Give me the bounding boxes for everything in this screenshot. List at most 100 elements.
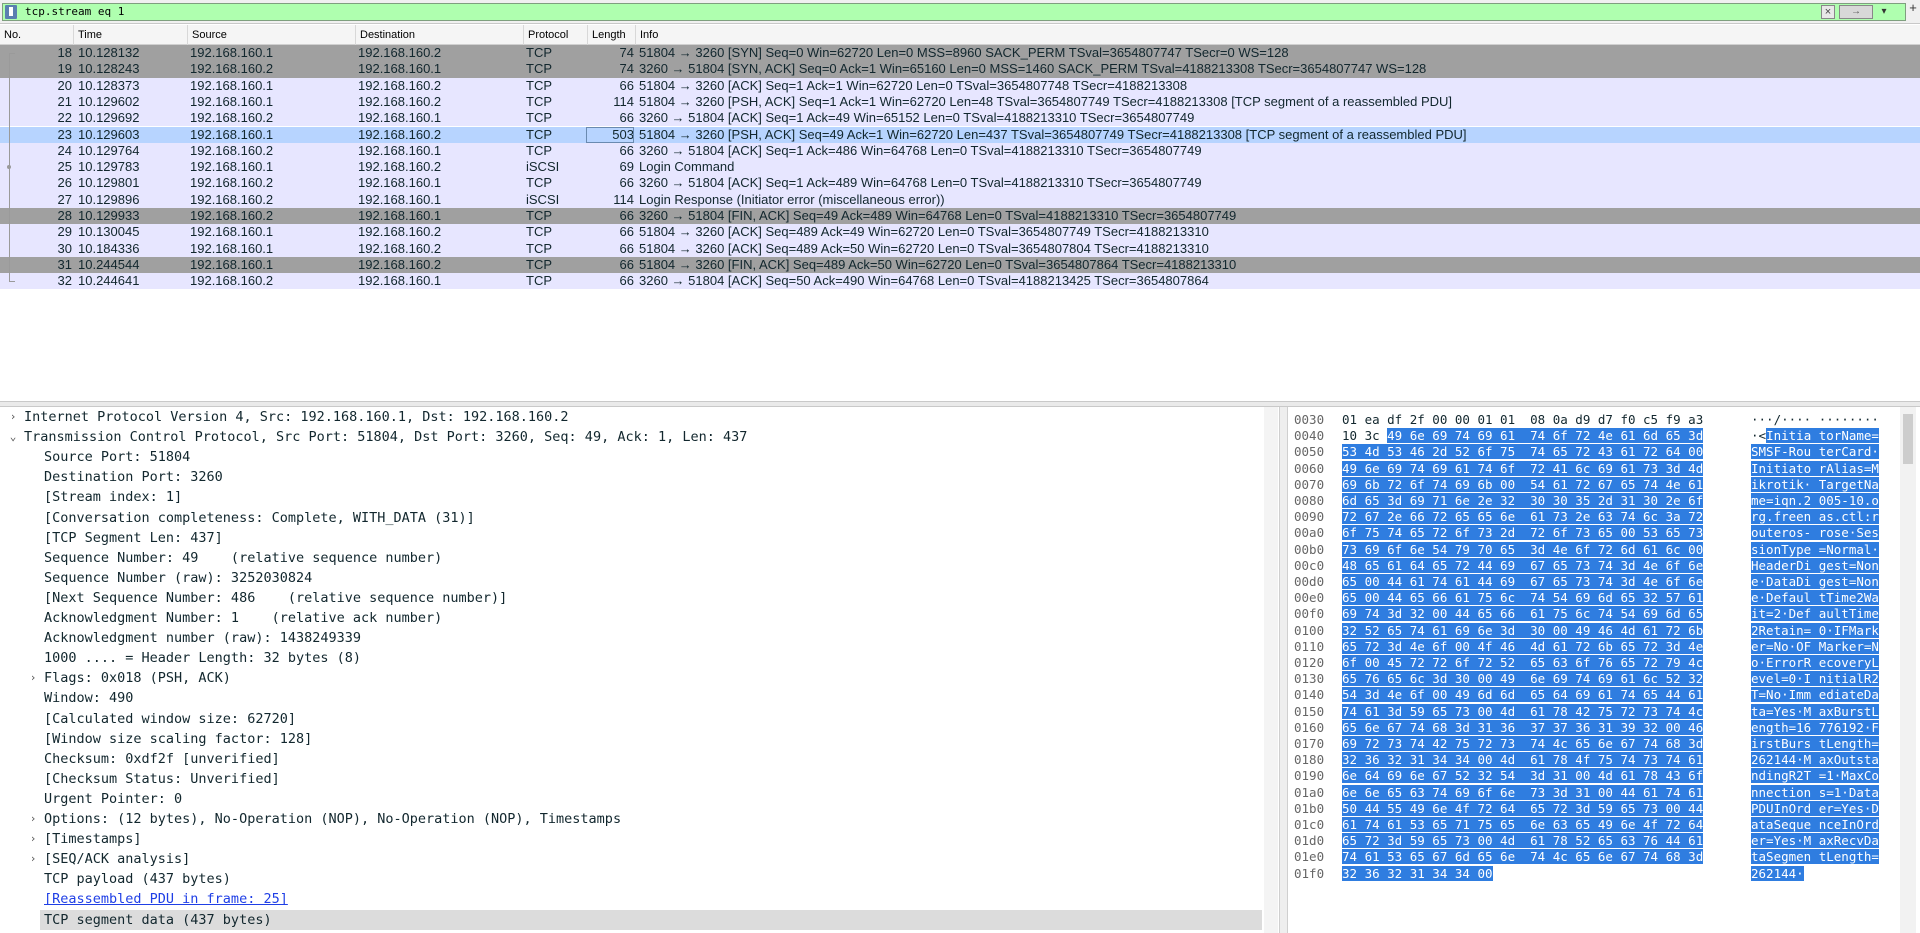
expand-chevron-icon[interactable]: › — [26, 668, 40, 688]
ascii-highlighted[interactable]: SMSF-Rou terCard· — [1751, 444, 1879, 460]
detail-row[interactable]: Window: 490 — [0, 688, 1262, 708]
column-header-source[interactable]: Source — [188, 25, 356, 45]
bytes-row[interactable]: 00f0 69 74 3d 32 00 44 65 66 61 75 6c 74 … — [1288, 606, 1920, 622]
detail-row[interactable]: Source Port: 51804 — [0, 447, 1262, 467]
apply-filter-button[interactable]: → — [1839, 5, 1873, 19]
bytes-row[interactable]: 0140 54 3d 4e 6f 00 49 6d 6d 65 64 69 61 … — [1288, 687, 1920, 703]
hex-highlighted[interactable]: 65 00 44 65 66 61 75 6c 74 54 69 6d 65 3… — [1342, 590, 1704, 606]
ascii-highlighted[interactable]: e·DataDi gest=Non — [1751, 574, 1879, 589]
ascii-dump[interactable]: e·Defaul tTime2Wa — [1751, 590, 1879, 606]
bookmark-icon[interactable] — [5, 5, 17, 19]
hex-highlighted[interactable]: 61 74 61 53 65 71 75 65 6e 63 65 49 6e 4… — [1342, 817, 1704, 832]
ascii-dump[interactable]: 262144·M axOutsta — [1751, 752, 1879, 768]
ascii-dump[interactable]: Initiato rAlias=M — [1751, 460, 1879, 477]
ascii-dump[interactable]: it=2·Def aultTime — [1751, 606, 1879, 622]
packet-row[interactable]: 30 10.184336 192.168.160.1 192.168.160.2 TCP… — [0, 240, 1920, 257]
detail-row[interactable]: [Calculated window size: 62720] — [0, 709, 1262, 729]
packet-row[interactable]: 18 10.128132 192.168.160.1 192.168.160.2 TCP… — [0, 45, 1920, 62]
ascii-highlighted[interactable]: sionType =Normal· — [1751, 541, 1879, 557]
collapse-chevron-icon[interactable]: ⌄ — [6, 427, 20, 447]
ascii-highlighted[interactable]: 262144·M axOutsta — [1751, 752, 1879, 768]
bytes-row[interactable]: 0160 65 6e 67 74 68 3d 31 36 37 37 36 31 … — [1288, 719, 1920, 736]
ascii-dump[interactable]: ·<Initia torName= — [1751, 428, 1879, 444]
bytes-row[interactable]: 0190 6e 64 69 6e 67 52 32 54 3d 31 00 4d … — [1288, 768, 1920, 784]
clear-filter-icon[interactable]: × — [1821, 5, 1835, 19]
chevron-down-icon[interactable]: ▾ — [1877, 5, 1891, 19]
ascii-highlighted[interactable]: ength=16 776192·F — [1751, 719, 1879, 735]
detail-row[interactable]: › Options: (12 bytes), No-Operation (NOP)… — [0, 809, 1262, 829]
bytes-row[interactable]: 0080 6d 65 3d 69 71 6e 2e 32 30 30 35 2d … — [1288, 493, 1920, 509]
detail-row[interactable]: Destination Port: 3260 — [0, 467, 1262, 487]
ascii-dump[interactable]: er=No·OF Marker=N — [1751, 638, 1879, 655]
hex-dump[interactable]: 54 3d 4e 6f 00 49 6d 6d 65 64 69 61 74 6… — [1342, 687, 1704, 703]
details-scrollbar[interactable] — [1264, 407, 1278, 933]
ascii-highlighted[interactable]: nnection s=1·Data — [1751, 784, 1879, 800]
hex-highlighted[interactable]: 65 72 3d 4e 6f 00 4f 46 4d 61 72 6b 65 7… — [1342, 638, 1704, 654]
detail-row[interactable]: Checksum: 0xdf2f [unverified] — [0, 749, 1262, 769]
detail-row[interactable]: [TCP Segment Len: 437] — [0, 528, 1262, 548]
bytes-row[interactable]: 01e0 74 61 53 65 67 6d 65 6e 74 4c 65 6e … — [1288, 849, 1920, 865]
detail-row[interactable]: › [Timestamps] — [0, 829, 1262, 849]
hex-highlighted[interactable]: 65 6e 67 74 68 3d 31 36 37 37 36 31 39 3… — [1342, 719, 1704, 735]
hex-dump[interactable]: 74 61 53 65 67 6d 65 6e 74 4c 65 6e 67 7… — [1342, 849, 1704, 865]
packet-row[interactable]: 29 10.130045 192.168.160.1 192.168.160.2 TCP… — [0, 224, 1920, 241]
hex-highlighted[interactable]: 72 67 2e 66 72 65 65 6e 61 73 2e 63 74 6… — [1342, 509, 1704, 525]
ascii-highlighted[interactable]: me=iqn.2 005-10.o — [1751, 493, 1879, 508]
bytes-row[interactable]: 00c0 48 65 61 64 65 72 44 69 67 65 73 74 … — [1288, 557, 1920, 574]
hex-highlighted[interactable]: 6e 64 69 6e 67 52 32 54 3d 31 00 4d 61 7… — [1342, 768, 1704, 784]
hex-dump[interactable]: 65 72 3d 59 65 73 00 4d 61 78 52 65 63 7… — [1342, 833, 1704, 849]
reassembled-pdu-link[interactable]: [Reassembled PDU in frame: 25] — [44, 889, 288, 909]
hex-highlighted[interactable]: 50 44 55 49 6e 4f 72 64 65 72 3d 59 65 7… — [1342, 800, 1704, 816]
hex-dump[interactable]: 65 6e 67 74 68 3d 31 36 37 37 36 31 39 3… — [1342, 719, 1704, 736]
bytes-row[interactable]: 01f0 32 36 32 31 34 34 00 262144· — [1288, 865, 1920, 882]
packet-row[interactable]: 22 10.129692 192.168.160.2 192.168.160.1 TCP… — [0, 110, 1920, 127]
packet-row[interactable]: 19 10.128243 192.168.160.2 192.168.160.1 TCP… — [0, 61, 1920, 78]
detail-row[interactable]: [Checksum Status: Unverified] — [0, 769, 1262, 789]
hex-dump[interactable]: 69 6b 72 6f 74 69 6b 00 54 61 72 67 65 7… — [1342, 476, 1704, 493]
hex-highlighted[interactable]: 32 52 65 74 61 69 6e 3d 30 00 49 46 4d 6… — [1342, 622, 1704, 638]
hex-dump[interactable]: 32 36 32 31 34 34 00 — [1342, 865, 1493, 882]
ascii-dump[interactable]: 2Retain= 0·IFMark — [1751, 622, 1879, 639]
ascii-dump[interactable]: nnection s=1·Data — [1751, 784, 1879, 801]
expand-chevron-icon[interactable]: › — [26, 809, 40, 829]
hex-dump[interactable]: 6e 6e 65 63 74 69 6f 6e 73 3d 31 00 44 6… — [1342, 784, 1704, 801]
bytes-row[interactable]: 01d0 65 72 3d 59 65 73 00 4d 61 78 52 65 … — [1288, 833, 1920, 849]
ascii-dump[interactable]: ndingR2T =1·MaxCo — [1751, 768, 1879, 784]
detail-row[interactable]: Acknowledgment number (raw): 1438249339 — [0, 628, 1262, 648]
detail-row[interactable]: › [SEQ/ACK analysis] — [0, 849, 1262, 869]
ascii-highlighted[interactable]: Initiato rAlias=M — [1751, 460, 1879, 476]
bytes-row[interactable]: 00b0 73 69 6f 6e 54 79 70 65 3d 4e 6f 72 … — [1288, 541, 1920, 558]
detail-row[interactable]: [Conversation completeness: Complete, WI… — [0, 508, 1262, 528]
details-bytes-splitter[interactable] — [1280, 407, 1288, 933]
hex-dump[interactable]: 73 69 6f 6e 54 79 70 65 3d 4e 6f 72 6d 6… — [1342, 541, 1704, 558]
display-filter-input[interactable]: tcp.stream eq 1 × → ▾ — [2, 3, 1906, 21]
ascii-highlighted[interactable]: it=2·Def aultTime — [1751, 606, 1879, 622]
bytes-row[interactable]: 01a0 6e 6e 65 63 74 69 6f 6e 73 3d 31 00 … — [1288, 784, 1920, 801]
hex-dump[interactable]: 65 76 65 6c 3d 30 00 49 6e 69 74 69 61 6… — [1342, 671, 1704, 687]
packet-row[interactable]: 23 10.129603 192.168.160.1 192.168.160.2 TCP… — [0, 126, 1920, 143]
detail-row[interactable]: [Window size scaling factor: 128] — [0, 729, 1262, 749]
hex-dump[interactable]: 74 61 3d 59 65 73 00 4d 61 78 42 75 72 7… — [1342, 703, 1704, 720]
expand-chevron-icon[interactable]: › — [6, 407, 20, 427]
bytes-row[interactable]: 0100 32 52 65 74 61 69 6e 3d 30 00 49 46 … — [1288, 622, 1920, 639]
column-header-protocol[interactable]: Protocol — [524, 25, 588, 45]
hex-dump[interactable]: 32 36 32 31 34 34 00 4d 61 78 4f 75 74 7… — [1342, 752, 1704, 768]
ascii-highlighted[interactable]: ikrotik· TargetNa — [1751, 476, 1879, 492]
detail-row[interactable]: [Reassembled PDU in frame: 25] — [0, 889, 1262, 909]
hex-highlighted[interactable]: 48 65 61 64 65 72 44 69 67 65 73 74 3d 4… — [1342, 557, 1704, 573]
detail-row[interactable]: Urgent Pointer: 0 — [0, 789, 1262, 809]
packet-row[interactable]: 21 10.129602 192.168.160.1 192.168.160.2 TCP… — [0, 93, 1920, 111]
detail-row[interactable]: ⌄ Transmission Control Protocol, Src Port… — [0, 427, 1262, 447]
bytes-row[interactable]: 01b0 50 44 55 49 6e 4f 72 64 65 72 3d 59 … — [1288, 800, 1920, 817]
detail-row[interactable]: › Internet Protocol Version 4, Src: 192.1… — [0, 407, 1262, 427]
hex-highlighted[interactable]: 49 6e 69 74 69 61 74 6f 72 4e 61 6d 65 3… — [1387, 428, 1704, 444]
column-header-time[interactable]: Time — [74, 25, 188, 45]
hex-highlighted[interactable]: 65 00 44 61 74 61 44 69 67 65 73 74 3d 4… — [1342, 574, 1704, 589]
ascii-dump[interactable]: ikrotik· TargetNa — [1751, 476, 1879, 493]
ascii-dump[interactable]: PDUInOrd er=Yes·D — [1751, 800, 1879, 817]
bytes-row[interactable]: 0150 74 61 3d 59 65 73 00 4d 61 78 42 75 … — [1288, 703, 1920, 720]
add-filter-button-icon[interactable]: + — [1906, 1, 1920, 15]
bytes-row[interactable]: 0070 69 6b 72 6f 74 69 6b 00 54 61 72 67 … — [1288, 476, 1920, 493]
hex-dump[interactable]: 10 3c 49 6e 69 74 69 61 74 6f 72 4e 61 6… — [1342, 428, 1704, 444]
ascii-highlighted[interactable]: HeaderDi gest=Non — [1751, 557, 1879, 573]
